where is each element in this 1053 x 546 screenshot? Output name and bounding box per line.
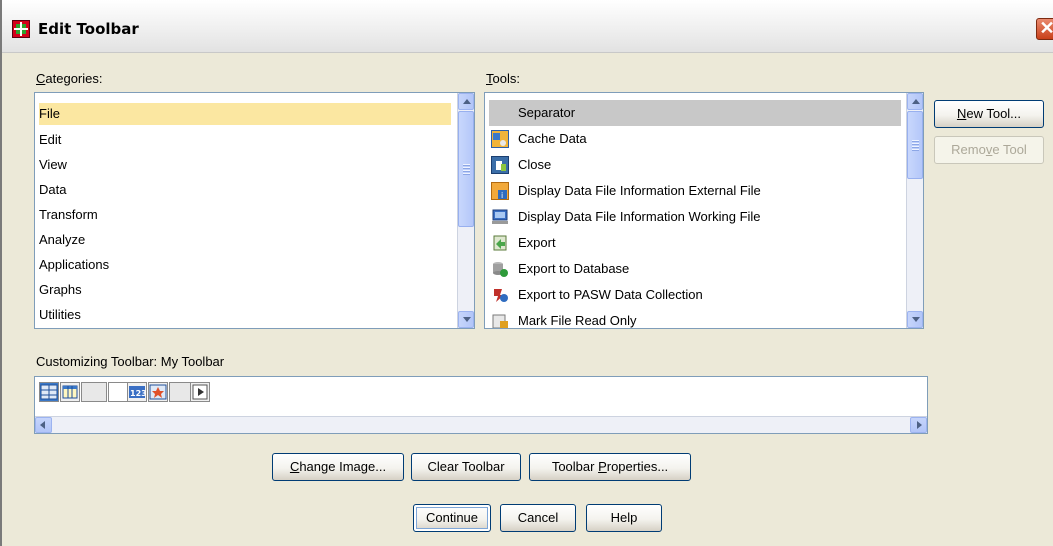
toolbar-app-icon <box>12 20 30 38</box>
chart-star-icon[interactable] <box>148 382 168 402</box>
separator-blank-icon <box>491 104 509 122</box>
category-label: Edit <box>39 132 62 147</box>
clear-toolbar-button[interactable]: Clear Toolbar <box>411 453 521 481</box>
customizing-toolbar-label: Customizing Toolbar: My Toolbar <box>36 354 225 369</box>
list-item[interactable]: File <box>39 103 451 125</box>
mark-read-only-icon <box>491 312 509 328</box>
toolbar-properties-button[interactable]: Toolbar Properties... <box>529 453 691 481</box>
close-file-icon <box>491 156 509 174</box>
toolbar-horizontal-scrollbar[interactable] <box>35 416 927 433</box>
categories-label: Categories: <box>36 71 103 86</box>
new-tool-button[interactable]: New Tool... <box>934 100 1044 128</box>
scroll-down-arrow-icon[interactable] <box>907 311 923 328</box>
cancel-button[interactable]: Cancel <box>500 504 576 532</box>
list-item[interactable]: Separator <box>489 100 901 126</box>
scroll-up-arrow-icon[interactable] <box>458 93 474 110</box>
scroll-left-arrow-icon[interactable] <box>35 417 52 433</box>
category-label: Utilities <box>39 307 81 322</box>
tool-label: Separator <box>518 105 576 120</box>
table-icon[interactable] <box>60 382 80 402</box>
tool-label: Display Data File Information External F… <box>518 183 761 198</box>
close-icon[interactable]: ✕ <box>1036 18 1053 40</box>
window-title: Edit Toolbar <box>38 20 139 38</box>
export-icon <box>491 234 509 252</box>
list-item[interactable]: Transform <box>39 204 98 226</box>
svg-text:i: i <box>501 191 503 200</box>
tools-label: Tools: <box>486 71 520 86</box>
title-bar[interactable]: Edit Toolbar ✕ <box>2 0 1053 53</box>
category-label: Analyze <box>39 232 86 247</box>
play-icon[interactable] <box>190 382 210 402</box>
category-label: Applications <box>39 257 110 272</box>
scroll-thumb[interactable] <box>907 111 923 179</box>
number-123-icon[interactable]: 123 <box>127 382 147 402</box>
change-image-button[interactable]: Change Image... <box>272 453 404 481</box>
tool-label: Mark File Read Only <box>518 313 637 328</box>
cache-data-icon <box>491 130 509 148</box>
list-item[interactable]: View <box>39 154 67 176</box>
data-file-info-external-icon: i <box>491 182 509 200</box>
customizing-toolbar-preview[interactable]: 123 <box>34 376 928 434</box>
category-label: View <box>39 157 67 172</box>
categories-list[interactable]: File Edit View Data Transform Analyze Ap… <box>34 92 475 329</box>
help-button[interactable]: Help <box>586 504 662 532</box>
edit-toolbar-dialog: Edit Toolbar ✕ Categories: File Edit Vie… <box>0 0 1053 546</box>
list-item[interactable]: Graphs <box>39 279 82 301</box>
scroll-thumb[interactable] <box>458 111 474 227</box>
grid-view-icon[interactable] <box>39 382 59 402</box>
tools-scrollbar[interactable] <box>906 93 923 328</box>
export-database-icon <box>491 260 509 278</box>
blank-icon[interactable] <box>81 382 107 402</box>
data-file-info-working-icon <box>491 208 509 226</box>
list-item[interactable]: Data <box>39 179 66 201</box>
tool-label: Cache Data <box>518 131 587 146</box>
category-label: Data <box>39 182 67 197</box>
scroll-right-arrow-icon[interactable] <box>910 417 927 433</box>
continue-button[interactable]: Continue <box>413 504 491 532</box>
export-pasw-icon <box>491 286 509 304</box>
list-item[interactable]: Edit <box>39 129 61 151</box>
list-item[interactable]: Applications <box>39 254 109 276</box>
category-label: Graphs <box>39 282 82 297</box>
list-item[interactable]: Analyze <box>39 229 85 251</box>
tool-label: Export to Database <box>518 261 630 276</box>
tool-label: Export to PASW Data Collection <box>518 287 703 302</box>
remove-tool-button[interactable]: Remove Tool <box>934 136 1044 164</box>
categories-scrollbar[interactable] <box>457 93 474 328</box>
category-label: File <box>39 106 60 121</box>
category-label: Transform <box>39 207 98 222</box>
dialog-body: Categories: File Edit View Data Transfor… <box>2 53 1053 546</box>
tool-label: Export <box>518 235 556 250</box>
scroll-down-arrow-icon[interactable] <box>458 311 474 328</box>
tools-list[interactable]: Separator Cache Data Close i Display Dat… <box>484 92 924 329</box>
scroll-up-arrow-icon[interactable] <box>907 93 923 110</box>
svg-text:123: 123 <box>130 389 146 398</box>
tool-label: Close <box>518 157 552 172</box>
list-item[interactable]: Utilities <box>39 304 81 326</box>
tool-label: Display Data File Information Working Fi… <box>518 209 761 224</box>
